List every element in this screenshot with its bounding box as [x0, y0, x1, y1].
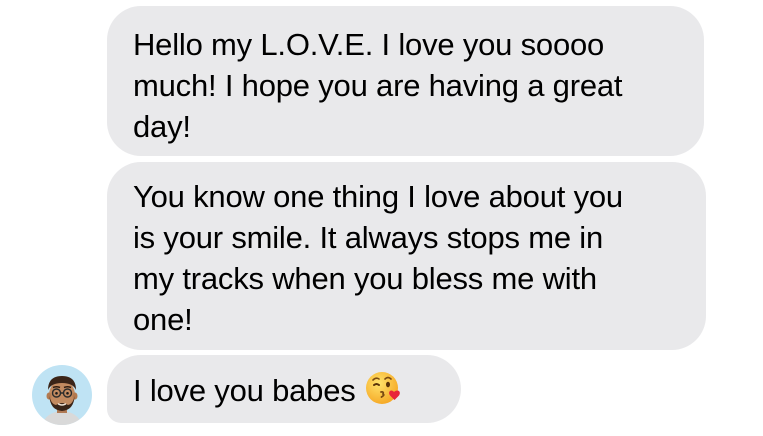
- incoming-message-bubble[interactable]: You know one thing I love about you is y…: [107, 162, 706, 350]
- message-text-line: day!: [133, 109, 191, 144]
- message-text-line: Hello my L.O.V.E. I love you soooo: [133, 27, 605, 62]
- message-text-line: is your smile. It always stops me in: [133, 220, 604, 255]
- memoji-avatar-icon[interactable]: [32, 365, 92, 425]
- message-text: I love you babes: [133, 373, 356, 408]
- incoming-message-bubble[interactable]: I love you babes: [107, 355, 461, 423]
- message-text-line: much! I hope you are having a great: [133, 68, 623, 103]
- message-text-line: my tracks when you bless me with: [133, 261, 597, 296]
- message-text-line: one!: [133, 302, 193, 337]
- message-text-line: You know one thing I love about you: [133, 179, 623, 214]
- incoming-message-bubble[interactable]: Hello my L.O.V.E. I love you soooo much!…: [107, 6, 704, 156]
- face-blowing-a-kiss-icon: [364, 368, 404, 408]
